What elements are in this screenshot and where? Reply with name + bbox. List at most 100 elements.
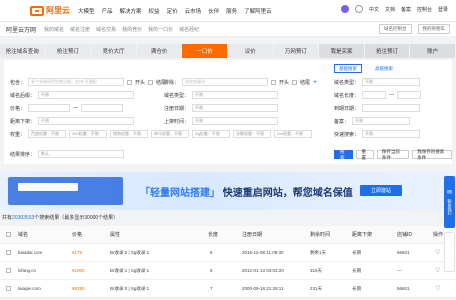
- expire-input[interactable]: [362, 104, 421, 112]
- cert-select[interactable]: 不限: [352, 117, 411, 125]
- domain-console-button[interactable]: 域名控制台: [379, 24, 412, 34]
- result-count: 共有20303553个搜索结果（最多显示30000个结果）: [2, 214, 118, 221]
- subbar-title[interactable]: 阿里云万网: [6, 25, 36, 34]
- table-row[interactable]: lvfang.cn ¥1800 Br收录:1 | Sg收录:1 6 2012-0…: [0, 262, 456, 280]
- exclude-input[interactable]: 排除关键词: [182, 78, 269, 86]
- nav-item[interactable]: 了解阿里云: [244, 7, 272, 15]
- top-navbar: 阿里云 大模型 产品 解决方案 权益 定价 云市场 伙伴 服务 了解阿里云 中文…: [0, 0, 456, 22]
- aliyun-logo[interactable]: 阿里云: [30, 5, 70, 16]
- search-button[interactable]: 搜索: [334, 149, 354, 160]
- price-min-input[interactable]: [28, 104, 71, 112]
- nav-item[interactable]: 大模型: [78, 7, 95, 15]
- domain-suffix-select[interactable]: 不限: [38, 91, 135, 99]
- nav-item[interactable]: 权益: [149, 7, 160, 15]
- table-row[interactable]: laiaqie.com ¥8780 Br收录:0 | Sg收录:1 7 2000…: [0, 280, 456, 298]
- start-checkbox[interactable]: [127, 79, 133, 85]
- fast-search-select[interactable]: 不限: [362, 130, 421, 138]
- length-min-input[interactable]: [362, 91, 387, 99]
- reset-button[interactable]: 重置: [356, 149, 374, 160]
- row-domain[interactable]: laiaqie.com: [18, 286, 41, 291]
- weight-select-sogou[interactable]: 搜狗权重：不限: [110, 130, 149, 138]
- icp-link[interactable]: 备案: [401, 6, 411, 13]
- subbar-link[interactable]: 我的域名: [44, 26, 64, 33]
- nav-item[interactable]: 解决方案: [120, 7, 142, 15]
- row-domain[interactable]: lvfang.cn: [18, 268, 36, 273]
- saved-conditions-button[interactable]: 我保存的搜索条件: [412, 149, 452, 160]
- tab-auction[interactable]: 竞价大厅: [91, 44, 137, 58]
- weight-select-shenma[interactable]: 神马权重：不限: [151, 130, 190, 138]
- col-domain[interactable]: 域名: [18, 231, 28, 238]
- weight-select-360[interactable]: 360权重：不限: [69, 130, 108, 138]
- row-domain[interactable]: baiadai.com: [18, 250, 42, 255]
- subbar-link[interactable]: 我的竞价: [122, 26, 142, 33]
- length-max-input[interactable]: [397, 91, 422, 99]
- row-checkbox[interactable]: [6, 268, 11, 273]
- weight-select-google[interactable]: 谷歌权重：不限: [233, 130, 272, 138]
- col-length[interactable]: 长度: [208, 231, 218, 238]
- col-reg-date[interactable]: 注册日期: [242, 231, 262, 238]
- favorite-icon[interactable]: ♡: [435, 285, 440, 292]
- tab-snap-query[interactable]: 抢注域名查询: [0, 44, 46, 58]
- advanced-search-link[interactable]: 高级搜索: [375, 66, 393, 72]
- table-row[interactable]: baiadai.com ¥179 Br收录:0 | Sg收录:1 6 2015-…: [0, 244, 456, 262]
- tab-snap-reserve-2[interactable]: 抢注预订: [364, 44, 411, 58]
- banner-cta-button[interactable]: 立即建站: [360, 185, 402, 196]
- weight-select-sg[interactable]: Sg权重：不限: [192, 130, 231, 138]
- favorite-icon[interactable]: ♡: [435, 249, 440, 256]
- nav-item[interactable]: 伙伴: [208, 7, 219, 15]
- col-offline[interactable]: 距离下架: [352, 231, 372, 238]
- exclude-start-checkbox[interactable]: [271, 79, 277, 85]
- favorite-icon[interactable]: ♡: [435, 267, 440, 274]
- sort-select[interactable]: 默认: [38, 150, 125, 158]
- reg-date-select[interactable]: 不限: [192, 104, 279, 112]
- cart-button[interactable]: 我的购物车: [417, 24, 450, 34]
- add-icon[interactable]: +: [313, 79, 317, 86]
- row-checkbox[interactable]: [6, 250, 11, 255]
- row-shop[interactable]: 56601: [397, 250, 410, 255]
- row-price: ¥8780: [72, 286, 85, 291]
- price-max-input[interactable]: [81, 104, 124, 112]
- nav-item[interactable]: 云市场: [185, 7, 202, 15]
- promo-banner[interactable]: www 「轻量网站搭建」 快速重启网站，帮您域名保值 立即建站: [0, 172, 456, 210]
- tab-full-price[interactable]: 满仓价: [136, 44, 183, 58]
- save-condition-button[interactable]: 保存当前条件: [376, 149, 410, 160]
- domain-category-select[interactable]: 不限: [192, 91, 279, 99]
- row-checkbox[interactable]: [6, 286, 11, 291]
- tab-fixed-price[interactable]: 一口价: [182, 44, 228, 58]
- tab-wanwang-reserve[interactable]: 万网预订: [273, 44, 320, 58]
- row-shop[interactable]: —: [397, 268, 402, 273]
- keyword-input[interactable]: 多个关键词用空格分隔，支持*号通配: [28, 78, 125, 86]
- end-checkbox[interactable]: [148, 79, 154, 85]
- select-all-checkbox[interactable]: [6, 232, 11, 237]
- create-date-select[interactable]: 不限: [192, 117, 279, 125]
- domain-type-select[interactable]: 不限: [362, 78, 421, 86]
- weight-select-sm[interactable]: Sm权重：不限: [274, 130, 313, 138]
- subbar-link[interactable]: 我的一口价: [148, 26, 173, 33]
- basic-search-tab[interactable]: 基础搜索: [334, 64, 362, 73]
- col-left[interactable]: 剩余时间: [310, 231, 330, 238]
- tab-snap-reserve[interactable]: 抢注预订: [45, 44, 92, 58]
- tab-account[interactable]: 账户: [410, 44, 456, 58]
- subbar-link[interactable]: 域名交易: [96, 26, 116, 33]
- console-link[interactable]: 控制台: [417, 6, 432, 13]
- side-tools[interactable]: [444, 232, 455, 272]
- nav-item[interactable]: 服务: [226, 7, 237, 15]
- nav-item[interactable]: 定价: [167, 7, 178, 15]
- tab-negotiate[interactable]: 议价: [227, 44, 274, 58]
- search-icon[interactable]: [354, 5, 363, 13]
- chat-icon: ✉: [446, 190, 453, 196]
- docs-link[interactable]: 文档: [385, 6, 395, 13]
- contact-float[interactable]: ✉ 联系我们: [444, 176, 455, 228]
- weight-select-baidu[interactable]: 百度权重：不限: [28, 130, 67, 138]
- days-left-select[interactable]: 不限: [38, 117, 135, 125]
- subbar-link[interactable]: 域名经纪: [179, 26, 199, 33]
- col-price[interactable]: 价格: [72, 231, 82, 238]
- subbar-link[interactable]: 域名注册: [70, 26, 90, 33]
- exclude-end-checkbox[interactable]: [292, 79, 298, 85]
- row-shop[interactable]: 56601: [397, 286, 410, 291]
- nav-item[interactable]: 产品: [102, 7, 113, 15]
- lang-switch[interactable]: 中文: [369, 6, 379, 13]
- tab-buyer[interactable]: 我是买家: [319, 44, 365, 58]
- ai-assistant-icon[interactable]: [340, 5, 349, 13]
- login-link[interactable]: 登录: [438, 6, 448, 13]
